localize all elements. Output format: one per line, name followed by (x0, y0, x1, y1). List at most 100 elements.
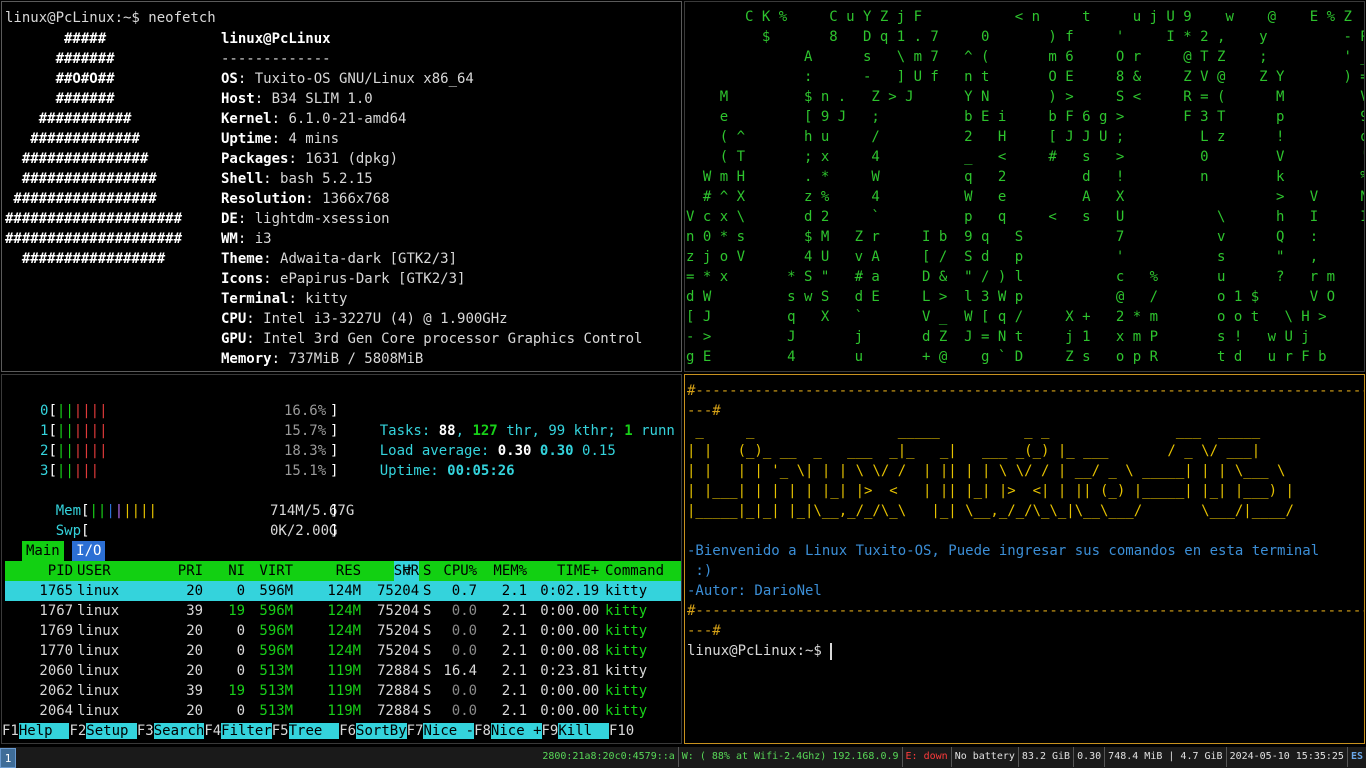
column-header-ni[interactable]: NI (228, 561, 245, 581)
tasks-meter: Tasks: 88, 127 thr, 99 kthr; 1 runn (379, 423, 675, 439)
fkey-f1[interactable]: F1 (2, 723, 19, 739)
fkey-f6[interactable]: F6 (339, 723, 356, 739)
process-mem: 2.1 (501, 703, 528, 719)
logo-line: ####### (5, 91, 115, 107)
fkey-label-f8[interactable]: Nice + (490, 723, 542, 739)
function-key-bar: F1Help F2Setup F3SearchF4FilterF5Tree F6… (2, 721, 634, 741)
matrix-row: [ J q X ` V _ W [ q / X + 2 * m o o t \ … (686, 309, 1327, 325)
info-value: Adwaita-dark [GTK2/3] (280, 251, 458, 267)
column-header-mem[interactable]: MEM% (493, 561, 527, 581)
fkey-label-f1[interactable]: Help (18, 723, 70, 739)
process-row[interactable]: 2064 linux 20 0 513M 119M 72884 S 0.0 2.1 0:00.00 k… (5, 701, 681, 721)
column-header-command[interactable]: Command (605, 561, 664, 581)
welcome-terminal-pane[interactable]: #---------------------------------------… (684, 374, 1365, 744)
fkey-label-f9[interactable]: Kill (558, 723, 609, 739)
column-header-time[interactable]: TIME+ (557, 561, 599, 581)
process-row[interactable]: 1765 linux 20 0 596M 124M 75204 S 0.7 2.1 0:02.19 k… (5, 581, 681, 601)
keyboard-layout-indicator[interactable]: ES (1346, 747, 1366, 767)
process-pri: 20 (186, 703, 204, 719)
column-header-user[interactable]: USER (77, 561, 111, 581)
matrix-row: g E 4 u + @ g ` D Z s o p R t d u r F b (686, 349, 1327, 365)
process-cpu: 0.0 (451, 643, 478, 659)
info-key: Terminal (221, 291, 289, 307)
process-time: 0:00.00 (540, 603, 600, 619)
matrix-row: C K % C u Y Z j F < n t u j U 9 w @ E % … (686, 9, 1352, 25)
matrix-row: V c x \ d 2 ` p q < s U \ h I I (686, 209, 1365, 225)
fkey-f8[interactable]: F8 (474, 723, 491, 739)
column-header-res[interactable]: RES (336, 561, 361, 581)
mem-meter: Mem[|||||||| 714M/5.67G] (55, 503, 355, 519)
process-pid: 2064 (39, 703, 74, 719)
column-header-s[interactable]: S (423, 561, 431, 581)
matrix-row: ( ^ h u / 2 H [ J J U ; L z ! q (686, 129, 1365, 145)
column-header-cpu[interactable]: CPU% (443, 561, 477, 581)
banner-line: _ _ _____ _ _ ___ _____ (687, 423, 1261, 439)
process-table-header[interactable]: PID USER PRI NI VIRT RES SHR S CPU% MEM% TIME+ Comm… (5, 561, 681, 581)
shell-prompt-line[interactable]: linux@PcLinux:~$ (687, 641, 833, 661)
load-average-meter: Load average: 0.30 0.30 0.15 (379, 443, 616, 459)
fkey-f9[interactable]: F9 (542, 723, 559, 739)
divider-bottom-tail: ---# (687, 623, 721, 639)
process-res: 119M (327, 703, 362, 719)
info-value: lightdm-xsession (254, 211, 390, 227)
fkey-f3[interactable]: F3 (137, 723, 154, 739)
htop-terminal-pane[interactable]: 0[|||||| 16.6%] 1[|||||| 15.7%] 2[|||||| 18.3… (1, 374, 682, 744)
info-separator: ------------- (221, 51, 331, 67)
process-ni: 0 (236, 583, 246, 599)
column-header-pid[interactable]: PID (48, 561, 73, 581)
process-cpu: 0.0 (451, 623, 478, 639)
process-row[interactable]: 2062 linux 39 19 513M 119M 72884 S 0.0 2.1 0:00.00… (5, 681, 681, 701)
process-cmd: kitty (605, 663, 648, 679)
process-row[interactable]: 1770 linux 20 0 596M 124M 75204 S 0.0 2.1 0:00.08 k… (5, 641, 681, 661)
welcome-message: -Bienvenido a Linux Tuxito-OS, Puede ing… (687, 543, 1320, 559)
logo-line: ##################### (5, 231, 183, 247)
process-cmd: kitty (605, 643, 648, 659)
process-row[interactable]: 1769 linux 20 0 596M 124M 75204 S 0.0 2.1 0:00.00 k… (5, 621, 681, 641)
column-header-virt[interactable]: VIRT (259, 561, 293, 581)
fkey-f2[interactable]: F2 (69, 723, 86, 739)
process-cmd: kitty (605, 703, 648, 719)
fkey-f10[interactable]: F10 (609, 723, 634, 739)
cmatrix-terminal-pane[interactable]: C K % C u Y Z j F < n t u j U 9 w @ E % … (684, 1, 1365, 372)
tab-main[interactable]: Main (22, 541, 64, 561)
matrix-row: - > J j d Z J = N t j 1 x m P s ! w U j (686, 329, 1310, 345)
process-shr: 75204 (377, 583, 420, 599)
fkey-label-f3[interactable]: Search (153, 723, 205, 739)
fkey-f4[interactable]: F4 (204, 723, 221, 739)
info-key: Packages (221, 151, 289, 167)
column-header-pri[interactable]: PRI (178, 561, 203, 581)
process-time: 0:00.08 (540, 643, 600, 659)
process-mem: 2.1 (501, 623, 528, 639)
process-ni: 0 (236, 703, 246, 719)
fkey-label-f5[interactable]: Tree (288, 723, 340, 739)
process-time: 0:23.81 (540, 663, 600, 679)
logo-line: ############# (5, 131, 140, 147)
fkey-f5[interactable]: F5 (272, 723, 289, 739)
info-row: DE: lightdm-xsession (221, 211, 390, 227)
fkey-f7[interactable]: F7 (407, 723, 424, 739)
uptime-meter: Uptime: 00:05:26 (379, 463, 515, 479)
info-value: 6.1.0-21-amd64 (288, 111, 407, 127)
fkey-label-f2[interactable]: Setup (86, 723, 137, 739)
matrix-row: : - ] U f n t O E 8 & Z V @ Z Y ) = (686, 69, 1365, 85)
workspace-button-1[interactable]: 1 (0, 748, 16, 768)
process-row[interactable]: 2060 linux 20 0 513M 119M 72884 S 16.4 2.1 0:23.81… (5, 661, 681, 681)
info-value: Intel 3rd Gen Core processor Graphics Co… (263, 331, 643, 347)
fkey-label-f4[interactable]: Filter (221, 723, 272, 739)
fkey-label-f7[interactable]: Nice - (423, 723, 475, 739)
cpu-meter-2: 2[|||||| 18.3%] (40, 443, 339, 459)
process-row[interactable]: 1767 linux 39 19 596M 124M 75204 S 0.0 2.1 0:00.00… (5, 601, 681, 621)
cpu-bars: |||||| (56, 403, 108, 419)
process-pid: 1770 (39, 643, 74, 659)
info-key: Shell (221, 171, 264, 187)
info-key: Icons (221, 271, 264, 287)
banner-line: | | | | '_ \| | | \ \/ / | || | | \ \/ /… (687, 463, 1286, 479)
fkey-label-f6[interactable]: SortBy (356, 723, 407, 739)
tab-io[interactable]: I/O (72, 541, 106, 561)
matrix-row: n 0 * s $ M Z r I b 9 q S 7 v Q : (686, 229, 1319, 245)
info-key: Kernel (221, 111, 272, 127)
process-pri: 20 (186, 663, 204, 679)
process-ni: 19 (228, 683, 246, 699)
neofetch-terminal-pane[interactable]: linux@PcLinux:~$ neofetch ##### ####### … (1, 1, 682, 372)
process-user: linux (77, 703, 120, 719)
